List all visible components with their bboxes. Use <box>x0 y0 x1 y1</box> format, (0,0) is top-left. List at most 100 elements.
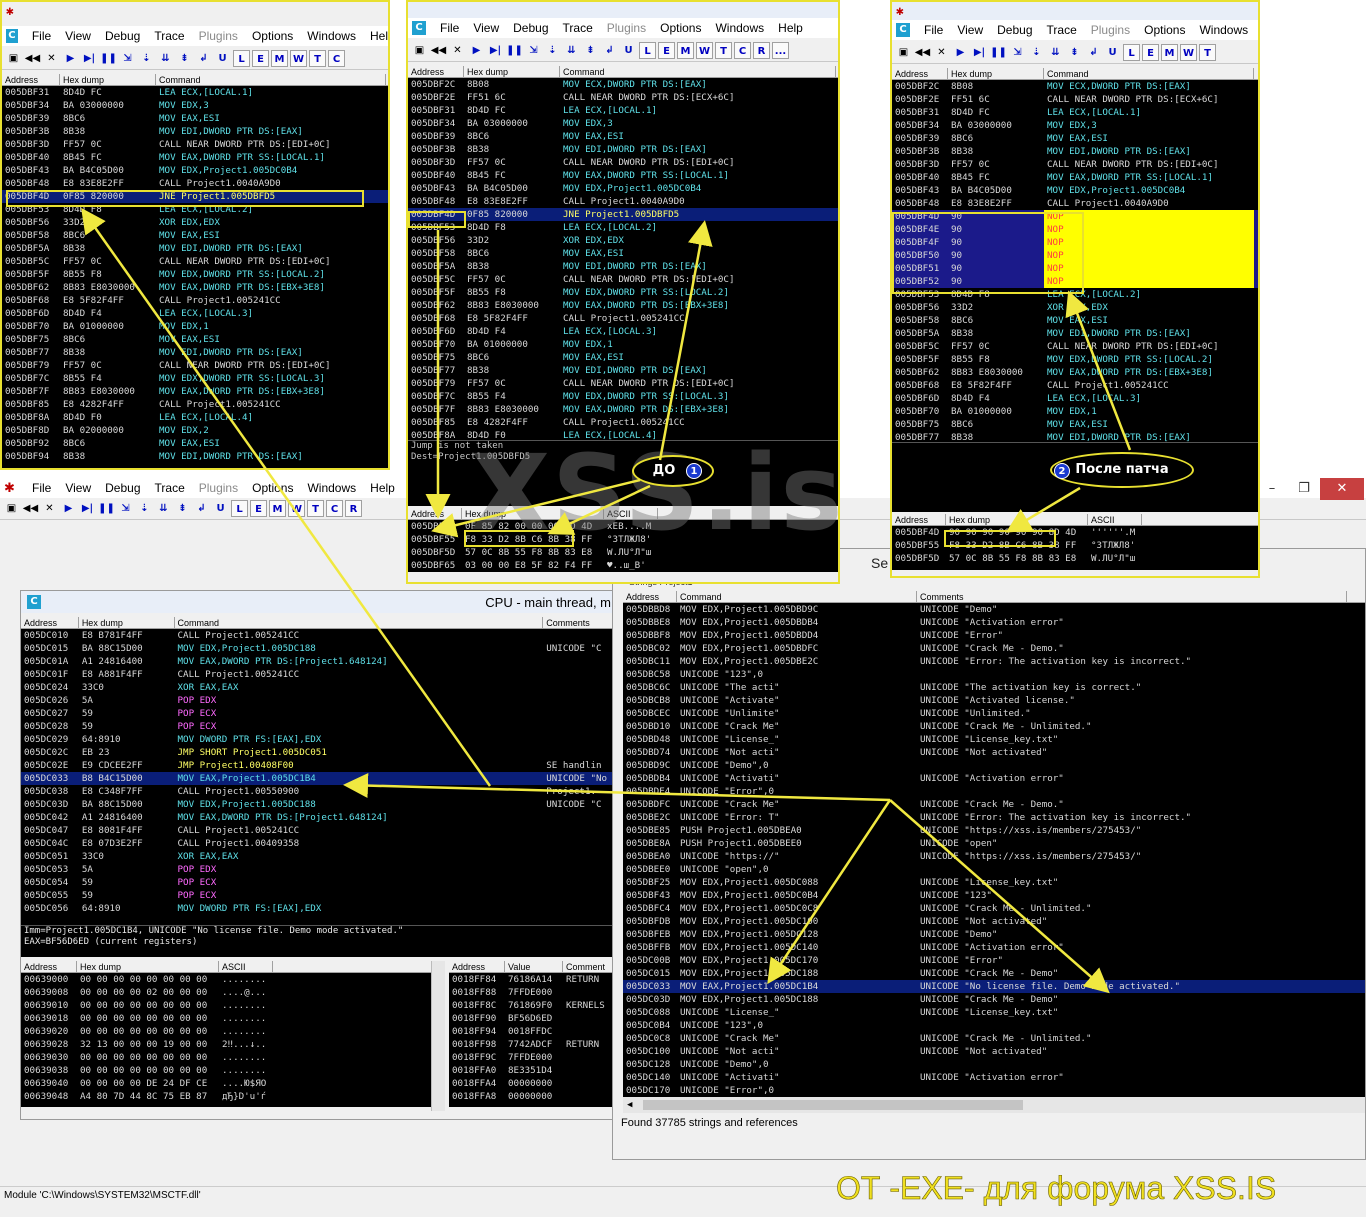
window-c-button[interactable]: C <box>326 500 343 517</box>
table-row[interactable]: 005DBF77 8B38 MOV EDI,DWORD PTR DS:[EAX] <box>408 364 838 377</box>
table-row[interactable]: 005DBD10 UNICODE "Crack Me" UNICODE "Crack… <box>623 720 1365 733</box>
window-t-button[interactable]: T <box>307 500 324 517</box>
tl-col-address[interactable]: Address <box>2 74 60 85</box>
run-icon[interactable]: ▶ <box>60 500 77 517</box>
table-row[interactable]: 005DBF5F 8B55 F8 MOV EDX,DWORD PTR SS:[LOC… <box>892 353 1258 366</box>
tr-restart-icon[interactable]: ◀◀ <box>914 44 931 61</box>
close-icon[interactable]: ✕ <box>1320 478 1364 500</box>
table-row[interactable]: 005DC033 MOV EAX,Project1.005DC1B4 UNICODE… <box>623 980 1365 993</box>
tm-pause-icon[interactable]: ❚❚ <box>506 42 523 59</box>
table-row[interactable]: 0018FF88 7FFDE000 <box>449 986 613 999</box>
table-row[interactable]: 005DBC6C UNICODE "The acti" UNICODE "The a… <box>623 681 1365 694</box>
table-row[interactable]: 005DBF70 BA 01000000 MOV EDX,1 <box>408 338 838 351</box>
table-row[interactable]: 005DBF8D BA 02000000 MOV EDX,2 <box>2 424 388 437</box>
table-row[interactable]: 005DBF31 8D4D FC LEA ECX,[LOCAL.1] <box>892 106 1258 119</box>
table-row[interactable]: 005DC128 UNICODE "Demo",0 <box>623 1058 1365 1071</box>
table-row[interactable]: 005DBF5F 8B55 F8 MOV EDX,DWORD PTR SS:[LOC… <box>408 286 838 299</box>
table-row[interactable]: 005DC01F E8 A881F4FF CALL Project1.005241C… <box>21 668 613 681</box>
table-row[interactable]: 0018FF90 BF56D6ED <box>449 1012 613 1025</box>
tr-dump-col-ascii[interactable]: ASCII <box>1088 514 1142 525</box>
table-row[interactable]: 005DBF5A 8B38 MOV EDI,DWORD PTR DS:[EAX] <box>892 327 1258 340</box>
table-row[interactable]: 005DBF5C FF57 0C CALL NEAR DWORD PTR DS:[E… <box>892 340 1258 353</box>
tr-m-button[interactable]: M <box>1161 44 1178 61</box>
strings-hscroll[interactable]: ◀ <box>623 1097 1365 1113</box>
tm-l-button[interactable]: L <box>639 42 656 59</box>
tr-dump-col-hex[interactable]: Hex dump <box>946 514 1088 525</box>
tl-tillret-icon[interactable]: ↲ <box>195 50 212 67</box>
table-row[interactable]: 005DBF5A 8B38 MOV EDI,DWORD PTR DS:[EAX] <box>408 260 838 273</box>
table-row[interactable]: 005DBF5C FF57 0C CALL NEAR DWORD PTR DS:[E… <box>408 273 838 286</box>
stack-col-comment[interactable]: Comment <box>563 961 613 972</box>
table-row[interactable]: 005DBF6D 8D4D F4 LEA ECX,[LOCAL.3] <box>408 325 838 338</box>
tl-e-button[interactable]: E <box>252 50 269 67</box>
table-row[interactable]: 005DBF77 8B38 MOV EDI,DWORD PTR DS:[EAX] <box>2 346 388 359</box>
table-row[interactable]: 005DC053 5A POP EDX <box>21 863 613 876</box>
table-row[interactable]: 00639048 A4 80 7D 44 8C 75 EB 87 дЂ}D'u'ѓ <box>21 1090 431 1103</box>
table-row[interactable]: 005DBDFC UNICODE "Crack Me" UNICODE "Crack… <box>623 798 1365 811</box>
memory-dump-pane[interactable]: 00639000 00 00 00 00 00 00 00 00........ 0… <box>21 973 432 1107</box>
tl-t-button[interactable]: T <box>309 50 326 67</box>
tl-c-button[interactable]: C <box>328 50 345 67</box>
tm-stepin-icon[interactable]: ⇲ <box>525 42 542 59</box>
table-row[interactable]: 005DBF2E FF51 6C CALL NEAR DWORD PTR DS:[E… <box>892 93 1258 106</box>
table-row[interactable]: 005DBF2E FF51 6C CALL NEAR DWORD PTR DS:[E… <box>408 91 838 104</box>
table-row[interactable]: 005DBF48 E8 83E8E2FF CALL Project1.0040A9D… <box>408 195 838 208</box>
table-row[interactable]: 005DC140 UNICODE "Activati" UNICODE "Activ… <box>623 1071 1365 1084</box>
tr-tillret-icon[interactable]: ↲ <box>1085 44 1102 61</box>
table-row[interactable]: 005DBF58 8BC6 MOV EAX,ESI <box>892 314 1258 327</box>
table-row[interactable]: 005DC015 BA 88C15D00 MOV EDX,Project1.005D… <box>21 642 613 655</box>
tm-menu-windows[interactable]: Windows <box>715 21 764 35</box>
table-row[interactable]: 005DBF56 33D2 XOR EDX,EDX <box>2 216 388 229</box>
table-row[interactable]: 005DBF62 8B83 E8030000 MOV EAX,DWORD PTR D… <box>408 299 838 312</box>
table-row[interactable]: 005DBF43 BA B4C05D00 MOV EDX,Project1.005D… <box>892 184 1258 197</box>
table-row[interactable]: 005DBF56 33D2 XOR EDX,EDX <box>408 234 838 247</box>
table-row[interactable]: 005DBF62 8B83 E8030000 MOV EAX,DWORD PTR D… <box>892 366 1258 379</box>
table-row[interactable]: 005DBF7C 8B55 F4 MOV EDX,DWORD PTR SS:[LOC… <box>2 372 388 385</box>
table-row[interactable]: 005DC015 MOV EDX,Project1.005DC188 UNICODE… <box>623 967 1365 980</box>
table-row[interactable]: 0018FF9C 7FFDE000 <box>449 1051 613 1064</box>
tm-open-icon[interactable]: ▣ <box>411 42 428 59</box>
table-row[interactable]: 005DBF65 03 00 00 E8 5F 82 F4 FF ♥..ш_В' <box>408 559 838 572</box>
menu-view[interactable]: View <box>65 481 91 495</box>
tr-e-button[interactable]: E <box>1142 44 1159 61</box>
tl-menu-plugins[interactable]: Plugins <box>199 29 238 43</box>
table-row[interactable]: 00639030 00 00 00 00 00 00 00 00........ <box>21 1051 431 1064</box>
tl-close-icon[interactable]: ✕ <box>43 50 60 67</box>
tl-menu-trace[interactable]: Trace <box>154 29 184 43</box>
table-row[interactable]: 00639020 00 00 00 00 00 00 00 00........ <box>21 1025 431 1038</box>
table-row[interactable]: 005DBBF8 MOV EDX,Project1.005DBDD4 UNICODE… <box>623 629 1365 642</box>
menu-debug[interactable]: Debug <box>105 481 140 495</box>
table-row[interactable]: 005DBD48 UNICODE "License_" UNICODE "Licen… <box>623 733 1365 746</box>
table-row[interactable]: 005DC042 A1 24816400 MOV EAX,DWORD PTR DS:… <box>21 811 613 824</box>
table-row[interactable]: 005DC170 UNICODE "Error",0 <box>623 1084 1365 1097</box>
table-row[interactable]: 005DC00B MOV EDX,Project1.005DC170 UNICODE… <box>623 954 1365 967</box>
table-row[interactable]: 005DC027 59 POP ECX <box>21 707 613 720</box>
table-row[interactable]: 0018FFA4 00000000 <box>449 1077 613 1090</box>
table-row[interactable]: 005DC055 59 POP ECX <box>21 889 613 902</box>
col-comments[interactable]: Comments <box>543 617 613 628</box>
table-row[interactable]: 005DBF79 FF57 0C CALL NEAR DWORD PTR DS:[E… <box>408 377 838 390</box>
tl-col-hex[interactable]: Hex dump <box>60 74 156 85</box>
strings-col-command[interactable]: Command <box>677 591 917 602</box>
cpu-disasm-pane[interactable]: 005DC010 E8 B781F4FF CALL Project1.005241C… <box>21 629 613 925</box>
menu-plugins[interactable]: Plugins <box>199 481 238 495</box>
table-row[interactable]: 00639008 00 00 00 00 02 00 00 00 ....@... <box>21 986 431 999</box>
table-row[interactable]: 005DBF39 8BC6 MOV EAX,ESI <box>408 130 838 143</box>
table-row[interactable]: 005DBF31 8D4D FC LEA ECX,[LOCAL.1] <box>2 86 388 99</box>
table-row[interactable]: 005DC047 E8 8081F4FF CALL Project1.005241C… <box>21 824 613 837</box>
table-row[interactable]: 005DBF68 E8 5F82F4FF CALL Project1.005241C… <box>2 294 388 307</box>
table-row[interactable]: 005DC03D BA 88C15D00 MOV EDX,Project1.005D… <box>21 798 613 811</box>
table-row[interactable]: 005DC04C E8 07D3E2FF CALL Project1.0040935… <box>21 837 613 850</box>
tr-tilluser-icon[interactable]: U <box>1104 44 1121 61</box>
window-m-button[interactable]: M <box>269 500 286 517</box>
table-row[interactable]: 005DBF40 8B45 FC MOV EAX,DWORD PTR SS:[LOC… <box>892 171 1258 184</box>
table-row[interactable]: 005DBF2C 8B08 MOV ECX,DWORD PTR DS:[EAX] <box>892 80 1258 93</box>
table-row[interactable]: 005DBFEB MOV EDX,Project1.005DC128 UNICODE… <box>623 928 1365 941</box>
table-row[interactable]: 005DBF39 8BC6 MOV EAX,ESI <box>2 112 388 125</box>
table-row[interactable]: 005DC024 33C0 XOR EAX,EAX <box>21 681 613 694</box>
table-row[interactable]: 0018FF98 7742ADCF RETURN <box>449 1038 613 1051</box>
table-row[interactable]: 005DBF5C FF57 0C CALL NEAR DWORD PTR DS:[E… <box>2 255 388 268</box>
table-row[interactable]: 0018FFA0 8E3351D4 <box>449 1064 613 1077</box>
tl-menu-debug[interactable]: Debug <box>105 29 140 43</box>
tr-t-button[interactable]: T <box>1199 44 1216 61</box>
